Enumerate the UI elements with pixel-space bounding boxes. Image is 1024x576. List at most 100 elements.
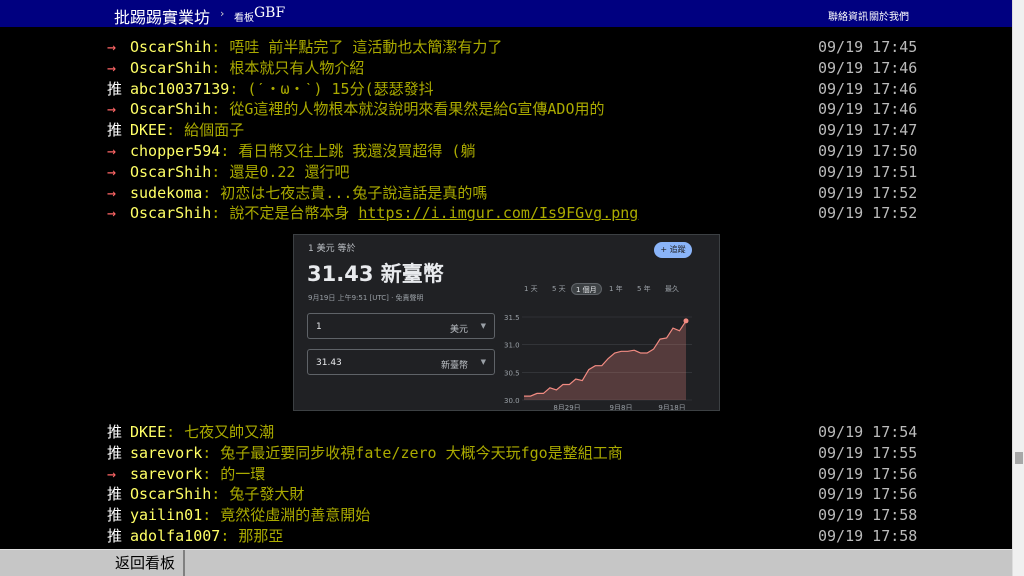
push-row: 推 OscarShih: 兔子發大財 09/19 17:56 bbox=[107, 484, 917, 505]
push-datetime: 09/19 17:46 bbox=[818, 100, 918, 119]
push-userid: OscarShih bbox=[130, 100, 212, 119]
push-datetime: 09/19 17:47 bbox=[818, 121, 918, 140]
chart-point bbox=[614, 352, 615, 353]
bottom-bar: 返回看板 bbox=[0, 549, 1012, 576]
push-content: : (ˊ・ω・ˋ) 15分(瑟瑟發抖 bbox=[229, 79, 434, 98]
push-content: : 根本就只有人物介紹 bbox=[211, 58, 365, 77]
push-datetime: 09/19 17:54 bbox=[818, 423, 918, 441]
chart-point bbox=[640, 352, 641, 353]
chevron-down-icon: ▼ bbox=[480, 358, 486, 366]
range-option: 1 年 bbox=[609, 285, 623, 293]
chart-point bbox=[536, 393, 537, 394]
push-datetime: 09/19 17:46 bbox=[818, 79, 918, 98]
from-currency-box: 1 美元 ▼ bbox=[307, 313, 495, 339]
site-title[interactable]: 批踢踢實業坊 bbox=[114, 4, 210, 28]
chart-point bbox=[588, 369, 589, 370]
chart-point bbox=[621, 351, 622, 352]
push-userid: yailin01 bbox=[130, 506, 203, 525]
follow-button: + 追蹤 bbox=[654, 242, 692, 258]
to-amount: 31.43 bbox=[316, 358, 342, 368]
chart-point bbox=[647, 352, 648, 353]
push-content: : 唔哇 前半點完了 這活動也太簡潔有力了 bbox=[211, 38, 503, 56]
chart-point bbox=[672, 327, 673, 328]
range-option: 5 天 bbox=[552, 285, 566, 293]
from-currency: 美元 bbox=[449, 325, 468, 335]
contact-link[interactable]: 聯絡資訊 bbox=[828, 8, 868, 23]
chart-point bbox=[582, 380, 583, 381]
scrollbar[interactable] bbox=[1012, 0, 1024, 576]
push-userid: OscarShih bbox=[130, 204, 212, 223]
push-arrow-tag: → bbox=[107, 162, 117, 181]
range-option: 1 天 bbox=[524, 285, 538, 293]
push-userid: chopper594 bbox=[130, 142, 221, 160]
chart-point bbox=[666, 337, 667, 338]
chart-point bbox=[530, 396, 531, 397]
chart-point bbox=[575, 378, 576, 379]
from-amount: 1 bbox=[316, 322, 322, 332]
to-currency-box: 31.43 新臺幣 ▼ bbox=[307, 349, 495, 375]
push-content: : 看日幣又往上跳 我還沒買超得 (躺 bbox=[220, 142, 476, 160]
range-option: 最久 bbox=[665, 285, 679, 293]
push-tag: 推 bbox=[107, 121, 123, 140]
push-row: 推 abc10037139: (ˊ・ω・ˋ) 15分(瑟瑟發抖 09/19 17:4… bbox=[107, 79, 917, 100]
push-content: : 竟然從虛淵的善意開始 bbox=[202, 506, 371, 525]
push-userid: sudekoma bbox=[130, 183, 203, 202]
push-userid: sarevork bbox=[130, 464, 203, 483]
breadcrumb-separator: › bbox=[220, 7, 225, 20]
push-content: : 那那亞 bbox=[220, 527, 284, 545]
chart-point bbox=[659, 339, 660, 340]
push-userid: DKEE bbox=[130, 121, 167, 140]
push-content: : 的一環 bbox=[202, 464, 266, 483]
push-userid: OscarShih bbox=[130, 38, 212, 56]
push-userid: adolfa1007 bbox=[130, 527, 221, 545]
range-option: 1 個月 bbox=[571, 283, 602, 295]
conversion-timestamp: 9月19日 上午9:51 [UTC] · 免責聲明 bbox=[308, 294, 424, 302]
top-navbar: 批踢踢實業坊 › 看板 GBF 聯絡資訊 關於我們 bbox=[0, 0, 1012, 27]
push-datetime: 09/19 17:58 bbox=[818, 506, 918, 525]
chart-point bbox=[543, 393, 544, 394]
y-tick-label: 31.0 bbox=[504, 342, 520, 350]
board-name-link[interactable]: GBF bbox=[254, 5, 285, 21]
chart-point bbox=[608, 358, 609, 359]
board-label: 看板 bbox=[234, 13, 254, 24]
imgur-link[interactable]: https://i.imgur.com/Is9FGvg.png bbox=[358, 204, 638, 222]
chart-point bbox=[683, 318, 689, 324]
push-datetime: 09/19 17:52 bbox=[818, 183, 918, 202]
push-row: → sudekoma: 初恋は七夜志貴...兔子說這話是真的嗎 09/19 17:5… bbox=[107, 183, 917, 204]
imgur-image-preview[interactable]: 1 美元 等於 31.43 新臺幣 9月19日 上午9:51 [UTC] · 免… bbox=[293, 234, 720, 411]
push-userid: OscarShih bbox=[130, 58, 212, 77]
exchange-rate-chart: 31.5 31.0 30.5 30.0 8月29日 9月8日 9月18日 bbox=[504, 314, 692, 410]
chart-point bbox=[634, 350, 635, 351]
push-userid: DKEE bbox=[130, 423, 167, 441]
push-row: → OscarShih: 從G這裡的人物根本就沒說明來看果然是給G宣傳ADO用的 0… bbox=[107, 99, 917, 120]
chart-point bbox=[601, 365, 602, 366]
push-tag: 推 bbox=[107, 443, 123, 462]
push-row: → OscarShih: 說不定是台幣本身 https://i.imgur.com… bbox=[107, 203, 917, 224]
push-arrow-tag: → bbox=[107, 464, 117, 483]
push-datetime: 09/19 17:56 bbox=[818, 464, 918, 483]
scrollbar-thumb[interactable] bbox=[1015, 452, 1023, 464]
conversion-header: 1 美元 等於 bbox=[308, 244, 356, 254]
push-datetime: 09/19 17:46 bbox=[818, 58, 918, 77]
push-datetime: 09/19 17:50 bbox=[818, 142, 918, 160]
push-arrow-tag: → bbox=[107, 100, 117, 119]
push-userid: OscarShih bbox=[130, 162, 212, 181]
push-userid: abc10037139 bbox=[130, 79, 230, 98]
chart-point bbox=[653, 348, 654, 349]
push-row: 推 sarevork: 兔子最近要同步收視fate/zero 大概今天玩fgo是整… bbox=[107, 443, 917, 464]
push-tag: 推 bbox=[107, 506, 123, 525]
push-row: 推 adolfa1007: 那那亞 09/19 17:58 bbox=[107, 526, 917, 547]
chart-point bbox=[523, 396, 524, 397]
push-row: 推 DKEE: 七夜又帥又潮 09/19 17:54 bbox=[107, 422, 917, 443]
push-row: → chopper594: 看日幣又往上跳 我還沒買超得 (躺 09/19 17:5… bbox=[107, 141, 917, 162]
push-arrow-tag: → bbox=[107, 142, 117, 160]
chart-point bbox=[569, 384, 570, 385]
push-datetime: 09/19 17:55 bbox=[818, 443, 918, 462]
push-tag: 推 bbox=[107, 79, 123, 98]
push-row: 推 yailin01: 竟然從虛淵的善意開始 09/19 17:58 bbox=[107, 505, 917, 526]
back-to-board-button[interactable]: 返回看板 bbox=[107, 550, 185, 576]
chart-point bbox=[549, 387, 550, 388]
y-tick-label: 31.5 bbox=[504, 314, 520, 322]
to-currency: 新臺幣 bbox=[440, 361, 468, 371]
about-link[interactable]: 關於我們 bbox=[869, 8, 909, 23]
